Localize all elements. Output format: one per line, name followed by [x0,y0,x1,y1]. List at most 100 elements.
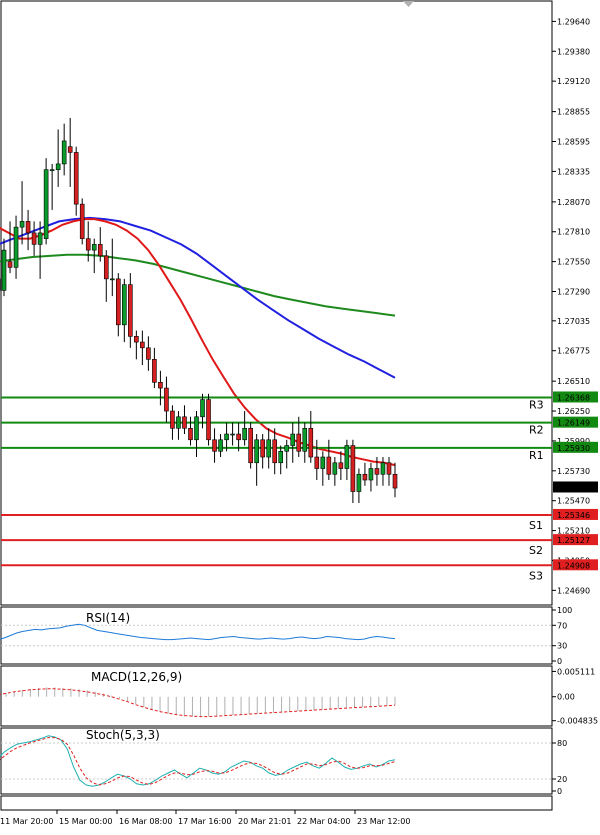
candle-body [182,416,187,429]
price-y-tick-label: 1.27550 [557,258,590,267]
candle-body [158,382,163,389]
candle-body [97,244,103,257]
candle-body [194,416,199,441]
macd-title: MACD(12,26,9) [91,670,182,684]
candle-body [109,278,115,281]
pivot-level-label: S2 [529,544,543,557]
candle-body [326,456,332,475]
candle-body [188,427,193,441]
current-price-value: 1.25585 [557,483,590,492]
pivot-level-label: R1 [529,449,544,462]
candle-body [146,347,151,360]
pivot-level-value: 1.26149 [557,419,590,428]
price-y-tick-label: 1.27290 [557,288,590,297]
pivot-level-value: 1.25127 [557,536,590,545]
rsi-y-tick-label: 0 [557,657,562,666]
candle-body [103,255,109,280]
pivot-level-value: 1.25346 [557,511,590,520]
candle-body [170,410,175,429]
rsi-title: RSI(14) [86,611,130,625]
macd-pane [0,665,553,727]
candle-body [344,445,350,469]
macd-y-tick-label: 0.005111 [557,667,595,676]
price-y-tick-label: 1.25730 [557,467,590,476]
macd-y-tick-label: -0.004835 [557,717,598,726]
candle-body [140,341,145,349]
pivot-level-value: 1.25930 [557,444,590,453]
rsi-y-tick-label: 70 [557,621,567,630]
pivot-level-value: 1.26368 [557,393,590,402]
candle-body [338,462,344,469]
time-axis-label: 23 Mar 12:00 [357,817,410,826]
candle-body [43,169,49,239]
candle-body [49,169,55,171]
price-y-tick-label: 1.28855 [557,108,590,117]
candle-body [164,387,169,412]
price-y-tick-label: 1.24690 [557,586,590,595]
candle-body [272,439,277,464]
candle-body [320,456,326,469]
candle-body [91,244,97,251]
pivot-level-label: R2 [529,424,544,437]
chart-root: 1.29640 1.29380 1.29120 1.28855 1.28595 1.283… [0,0,598,826]
candle-body [290,433,296,446]
candle-body [284,445,290,452]
price-y-axis: 1.29640 1.29380 1.29120 1.28855 1.28595 1.283… [552,17,590,595]
candle-body [13,226,19,268]
candle-body [392,473,398,489]
price-y-tick-label: 1.27035 [557,317,590,326]
candle-body [1,249,7,291]
candle-body [356,473,362,492]
pivot-level-label: S3 [529,569,543,582]
candle-body [73,152,79,205]
candle-body [128,284,133,337]
time-axis-label: 15 Mar 00:00 [59,817,112,826]
candle-body [122,284,127,326]
candle-body [374,468,380,475]
candle-body [314,456,320,469]
candle-body [206,399,211,441]
rsi-pane [0,606,553,665]
stoch-pane [0,727,553,795]
candle-body [37,232,43,245]
candle-body [248,427,253,464]
candle-body [200,399,205,418]
time-axis-label: 17 Mar 16:00 [178,817,231,826]
candle-body [266,439,271,458]
stoch-y-tick-label: 0 [557,787,562,796]
candle-body [116,278,121,326]
candle-body [308,427,314,458]
candle-body [380,462,386,475]
candle-body [368,468,374,481]
candle-body [260,439,265,458]
candle-body [152,359,157,383]
candle-body [350,445,356,492]
stoch-y-tick-label: 80 [557,739,567,748]
candle-body [332,462,338,475]
time-axis-label: 16 Mar 08:00 [119,817,172,826]
price-y-tick-label: 1.26250 [557,407,590,416]
candle-body [7,261,13,268]
price-y-tick-label: 1.29640 [557,17,590,26]
candle-body [236,433,241,441]
candle-body [134,336,139,343]
price-y-tick-label: 1.29120 [557,77,590,86]
pivot-level-label: R3 [529,398,544,411]
price-y-tick-label: 1.28070 [557,198,590,207]
candle-body [386,462,392,475]
candle-body [61,140,67,165]
candle-body [19,221,25,228]
candle-body [302,427,308,452]
candle-body [67,146,73,153]
candle-body [79,203,85,239]
candle-body [224,433,229,441]
price-y-tick-label: 1.26775 [557,347,590,356]
time-axis-label: 22 Mar 04:00 [297,817,350,826]
empty-pane [0,795,553,811]
candle-body [176,416,181,429]
candle-body [212,439,217,452]
candle-body [85,238,91,251]
candle-body [218,439,223,452]
stoch-title: Stoch(5,3,3) [86,728,160,742]
time-axis-label: 20 Mar 21:01 [238,817,291,826]
